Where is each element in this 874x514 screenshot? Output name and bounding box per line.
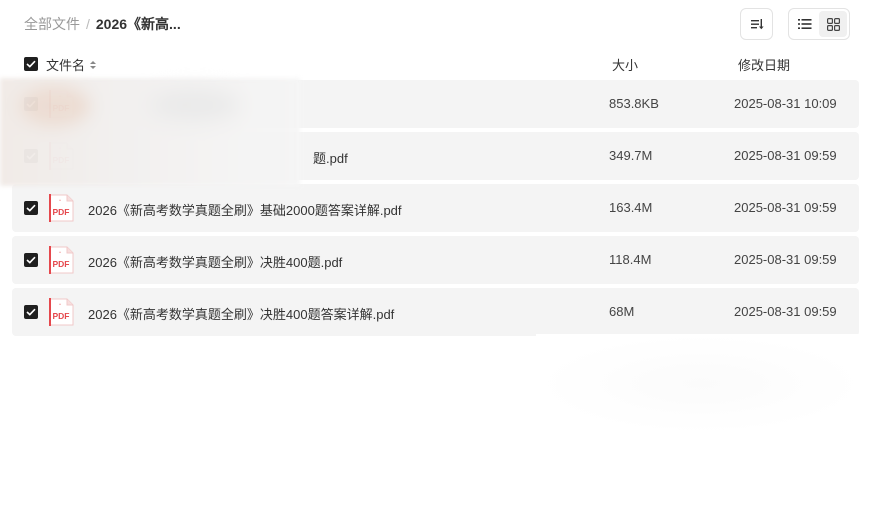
checkmark-icon — [26, 204, 36, 212]
file-row[interactable]: PDF 2026《新高考数学真题全刷》基础2000题答案详解.pdf 163.4… — [12, 184, 859, 232]
file-size: 118.4M — [609, 252, 652, 267]
file-modified-date: 2025-08-31 09:59 — [734, 252, 837, 267]
column-header-name[interactable]: 文件名 — [46, 55, 97, 74]
glare-region — [536, 334, 866, 434]
file-name[interactable]: 2026《新高考数学真题全刷》决胜400题.pdf — [88, 252, 342, 271]
file-name[interactable]: 题.pdf — [313, 148, 348, 167]
file-list-header: 文件名 大小 修改日期 — [0, 52, 874, 76]
column-header-date[interactable]: 修改日期 — [738, 55, 790, 74]
select-all-checkbox[interactable] — [24, 57, 38, 71]
breadcrumb-root-link[interactable]: 全部文件 — [24, 14, 80, 34]
pdf-icon-label: PDF — [53, 259, 70, 269]
file-modified-date: 2025-08-31 09:59 — [734, 304, 837, 319]
file-name[interactable]: 2026《新高考数学真题全刷》基础2000题答案详解.pdf — [88, 200, 402, 219]
grid-view-icon — [826, 17, 840, 31]
file-name[interactable]: 2026《新高考数学真题全刷》决胜400题答案详解.pdf — [88, 304, 394, 323]
pdf-icon-label: PDF — [53, 207, 70, 217]
file-modified-date: 2025-08-31 10:09 — [734, 96, 837, 111]
file-modified-date: 2025-08-31 09:59 — [734, 148, 837, 163]
file-row[interactable]: PDF 2026《新高考数学真题全刷》决胜400题答案详解.pdf 68M 20… — [12, 288, 859, 336]
sort-list-icon — [750, 19, 764, 30]
sort-button[interactable] — [740, 8, 773, 40]
view-toggle — [788, 8, 850, 40]
blurred-region — [0, 78, 300, 186]
file-checkbox[interactable] — [24, 305, 38, 319]
list-view-button[interactable] — [791, 11, 819, 37]
pdf-file-icon: PDF — [49, 298, 74, 326]
file-size: 349.7M — [609, 148, 653, 163]
breadcrumb-separator: / — [86, 16, 90, 32]
file-size: 68M — [609, 304, 635, 319]
file-size: 853.8KB — [609, 96, 659, 111]
sort-arrows-icon — [90, 60, 97, 69]
checkmark-icon — [26, 308, 36, 316]
file-row[interactable]: PDF 2026《新高考数学真题全刷》决胜400题.pdf 118.4M 202… — [12, 236, 859, 284]
checkmark-icon — [26, 60, 36, 68]
file-checkbox[interactable] — [24, 253, 38, 267]
checkmark-icon — [26, 256, 36, 264]
column-header-size[interactable]: 大小 — [612, 55, 638, 74]
file-checkbox[interactable] — [24, 201, 38, 215]
list-view-icon — [798, 19, 812, 29]
breadcrumb-current: 2026《新高... — [95, 16, 181, 32]
column-name-label: 文件名 — [46, 58, 86, 73]
pdf-icon-label: PDF — [53, 311, 70, 321]
pdf-file-icon: PDF — [49, 194, 74, 222]
file-size: 163.4M — [609, 200, 653, 215]
file-modified-date: 2025-08-31 09:59 — [734, 200, 837, 215]
pdf-file-icon: PDF — [49, 246, 74, 274]
grid-view-button[interactable] — [819, 11, 847, 37]
breadcrumb: 全部文件 / 2026《新高... — [24, 14, 181, 34]
